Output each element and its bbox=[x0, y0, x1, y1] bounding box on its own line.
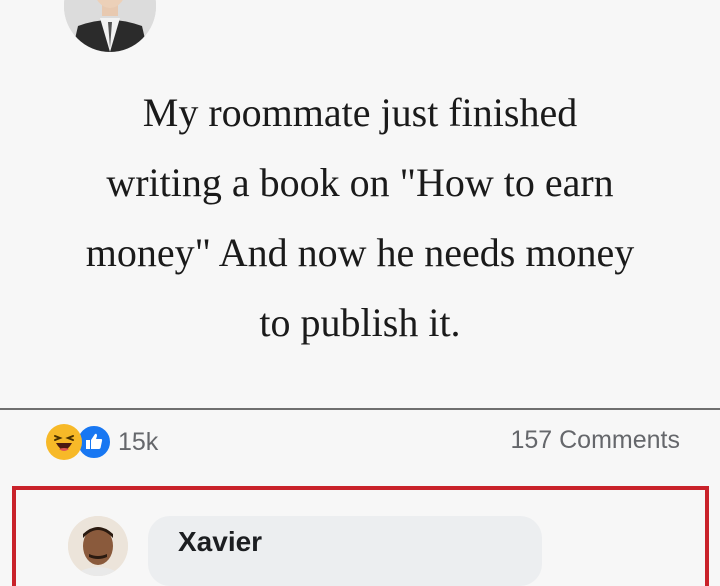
person-avatar-icon bbox=[64, 0, 156, 52]
reactions-summary[interactable]: 15k bbox=[46, 422, 158, 462]
post-text: My roommate just finished writing a book… bbox=[85, 90, 635, 345]
reaction-count: 15k bbox=[118, 427, 159, 456]
post-card: My roommate just finished writing a book… bbox=[0, 0, 720, 586]
comment-author-name[interactable]: Xavier bbox=[178, 526, 262, 558]
divider bbox=[0, 408, 720, 410]
person-avatar-icon bbox=[68, 516, 128, 576]
commenter-avatar[interactable] bbox=[68, 516, 128, 576]
poster-avatar[interactable] bbox=[64, 0, 156, 52]
haha-emoji-icon bbox=[46, 424, 82, 460]
highlighted-comment: Xavier bbox=[12, 486, 709, 586]
comments-count-link[interactable]: 157 Comments bbox=[510, 422, 680, 458]
comment-bubble[interactable]: Xavier bbox=[148, 516, 542, 586]
